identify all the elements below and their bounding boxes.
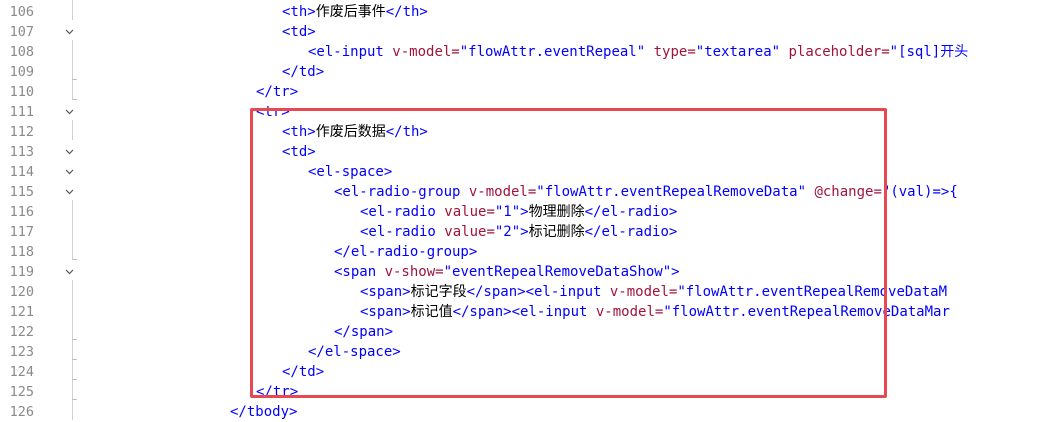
line-number: 115 <box>9 184 34 200</box>
fold-guide <box>62 220 78 242</box>
line-number: 110 <box>9 84 34 100</box>
chevron-down-icon[interactable] <box>62 142 78 162</box>
chevron-down-icon[interactable] <box>62 22 78 42</box>
line-number: 125 <box>9 384 34 400</box>
code-line[interactable]: 110 </tr> <box>0 80 1039 102</box>
fold-guide <box>62 40 78 62</box>
line-number: 119 <box>9 264 34 280</box>
code-value-token: "(val)=>{ <box>881 184 958 200</box>
line-number: 123 <box>9 344 34 360</box>
line-number: 114 <box>9 164 34 180</box>
code-content: </tr> <box>256 82 298 102</box>
fold-guide <box>62 380 78 402</box>
fold-guide <box>62 80 78 102</box>
line-number: 122 <box>9 324 34 340</box>
fold-guide <box>62 200 78 222</box>
code-tag-token: <th> <box>282 4 316 20</box>
fold-guide <box>62 360 78 382</box>
code-tag-token: <el-input <box>308 44 393 60</box>
line-number: 121 <box>9 304 34 320</box>
fold-guide <box>62 240 78 262</box>
chevron-down-icon[interactable] <box>62 162 78 182</box>
code-content: </tbody> <box>230 402 297 422</box>
code-content: </td> <box>282 62 324 82</box>
line-number: 108 <box>9 44 34 60</box>
code-line[interactable]: 107 <td> <box>0 22 1039 42</box>
fold-guide <box>62 340 78 362</box>
chevron-down-icon[interactable] <box>62 262 78 282</box>
code-tag-token: </td> <box>282 64 325 80</box>
highlight-box <box>250 108 887 398</box>
line-number: 124 <box>9 364 34 380</box>
line-number: 116 <box>9 204 34 220</box>
code-line[interactable]: 106 <th>作废后事件</th> <box>0 0 1039 22</box>
line-number: 113 <box>9 144 34 160</box>
code-line[interactable]: 109 </td> <box>0 60 1039 82</box>
line-number: 117 <box>9 224 34 240</box>
code-line[interactable]: 108 <el-input v-model="flowAttr.eventRepe… <box>0 40 1039 62</box>
line-number: 111 <box>9 104 34 120</box>
code-tag-token: </th> <box>385 4 428 20</box>
chevron-down-icon[interactable] <box>62 102 78 122</box>
code-value-token: "[sql]开头 <box>889 44 969 60</box>
code-text-token: 作废后事件 <box>315 4 386 20</box>
code-content: <td> <box>282 22 316 42</box>
line-number: 126 <box>9 404 34 420</box>
line-number: 112 <box>9 124 34 140</box>
line-number: 120 <box>9 284 34 300</box>
code-attribute-token: placeholder= <box>788 44 890 60</box>
code-content: <th>作废后事件</th> <box>282 2 428 22</box>
code-tag-token: <td> <box>282 24 316 40</box>
fold-guide <box>62 400 78 422</box>
fold-guide <box>62 0 78 22</box>
fold-guide <box>62 320 78 342</box>
code-content: <el-input v-model="flowAttr.eventRepeal"… <box>308 42 968 62</box>
chevron-down-icon[interactable] <box>62 182 78 202</box>
fold-guide <box>62 120 78 142</box>
code-tag-token: </tr> <box>256 84 299 100</box>
code-tag-token: </tbody> <box>230 404 298 420</box>
line-number: 106 <box>9 4 34 20</box>
code-attribute-token: v-model= <box>392 44 460 60</box>
line-number: 118 <box>9 244 34 260</box>
line-number: 107 <box>9 24 34 40</box>
code-attribute-token: type= <box>653 44 696 60</box>
fold-guide <box>62 280 78 302</box>
code-value-token: "textarea" <box>695 44 789 60</box>
code-value-token: "flowAttr.eventRepeal" <box>459 44 654 60</box>
fold-guide <box>62 300 78 322</box>
code-line[interactable]: 126 </tbody> <box>0 400 1039 422</box>
line-number: 109 <box>9 64 34 80</box>
fold-guide <box>62 60 78 82</box>
